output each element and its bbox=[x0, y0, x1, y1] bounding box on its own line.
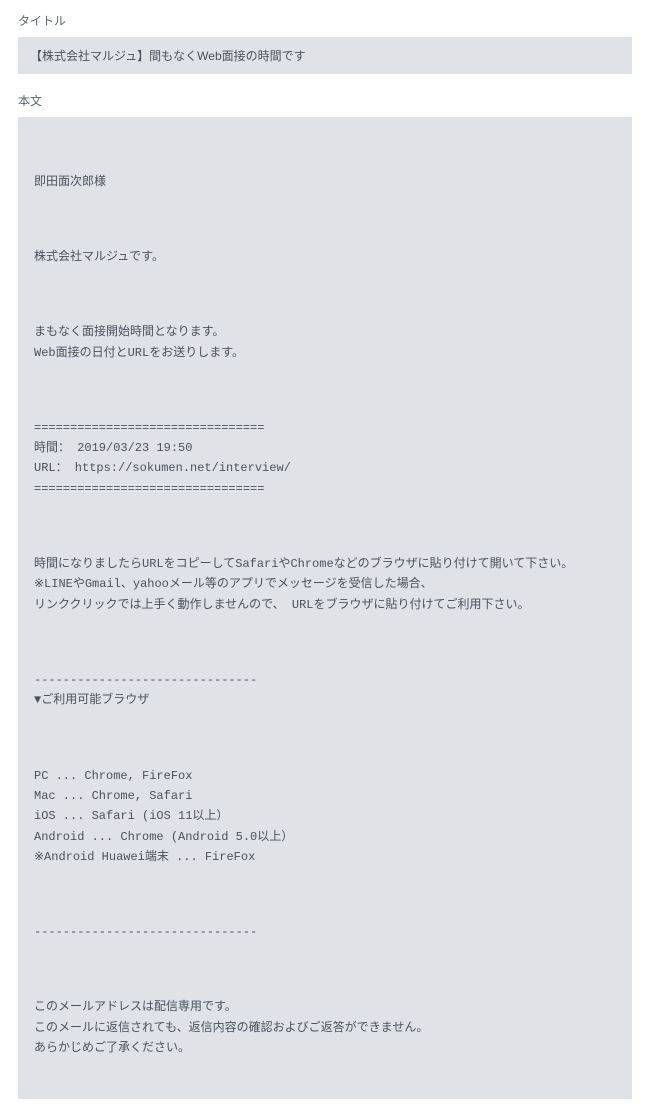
body-browsers-list: PC ... Chrome, FireFox Mac ... Chrome, S… bbox=[34, 766, 616, 868]
email-title-bar: 【株式会社マルジュ】間もなくWeb面接の時間です bbox=[18, 37, 632, 74]
body-notice: まもなく面接開始時間となります。 Web面接の日付とURLをお送りします。 bbox=[34, 322, 616, 363]
body-schedule-block: ================================ 時間： 201… bbox=[34, 418, 616, 500]
body-divider: ------------------------------- bbox=[34, 922, 616, 942]
body-section-label: 本文 bbox=[18, 92, 632, 109]
body-instructions: 時間になりましたらURLをコピーしてSafariやChromeなどのブラウザに貼… bbox=[34, 554, 616, 615]
body-sender-intro: 株式会社マルジュです。 bbox=[34, 247, 616, 267]
email-body-box: 即田面次郎様 株式会社マルジュです。 まもなく面接開始時間となります。 Web面… bbox=[18, 117, 632, 1099]
body-browsers-header: ------------------------------- ▼ご利用可能ブラ… bbox=[34, 670, 616, 711]
title-section-label: タイトル bbox=[18, 12, 632, 29]
body-footer-note: このメールアドレスは配信専用です。 このメールに返信されても、返信内容の確認およ… bbox=[34, 997, 616, 1058]
body-recipient: 即田面次郎様 bbox=[34, 172, 616, 192]
